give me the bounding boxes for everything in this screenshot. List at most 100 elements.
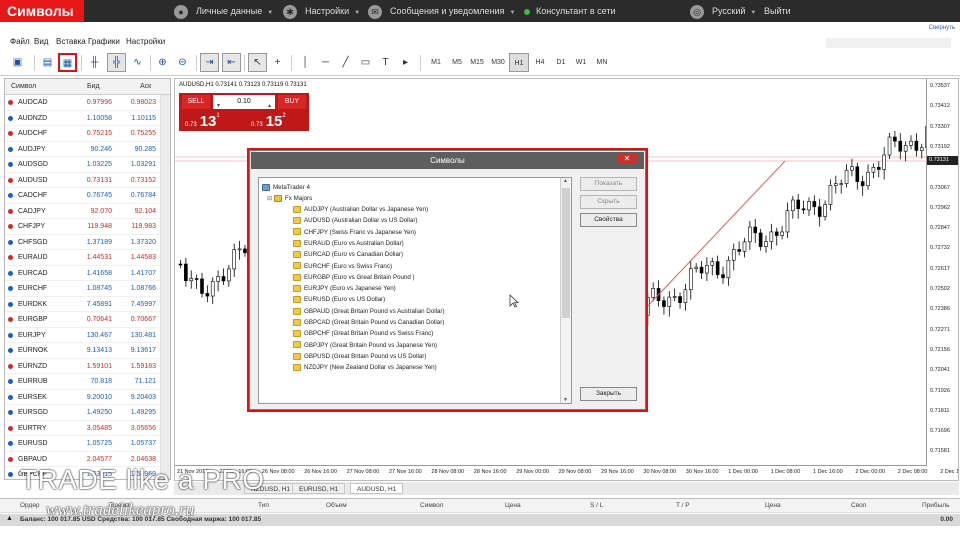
sell-button[interactable]: SELL [182, 95, 210, 109]
watch-row[interactable]: EURCHF 1.08745 1.08766 [5, 281, 170, 297]
timeframe-m1[interactable]: M1 [426, 53, 446, 72]
column-header-ask[interactable]: Аск [140, 83, 151, 90]
col-volume[interactable]: Объем [326, 502, 347, 509]
buy-button[interactable]: BUY [278, 95, 306, 109]
menu-file[interactable]: Файл [10, 37, 30, 46]
settings-menu[interactable]: ✱ Настройки ▼ [283, 0, 360, 22]
watch-row[interactable]: AUDSGD 1.03225 1.03291 [5, 157, 170, 173]
col-order[interactable]: Ордер [20, 502, 40, 509]
watch-row[interactable]: EURDKK 7.45891 7.45997 [5, 297, 170, 312]
symbol-tree-item[interactable]: GBPJPY (Great Britain Pound vs Japanese … [293, 341, 437, 351]
arrow-button[interactable]: ▸ [396, 53, 415, 72]
cursor-tool-button[interactable]: ↖ [248, 53, 267, 72]
col-price-current[interactable]: Цена [765, 502, 781, 509]
symbol-tree-item[interactable]: GBPAUD (Great Britain Pound vs Australia… [293, 307, 445, 317]
symbol-tree-item[interactable]: EURCHF (Euro vs Swiss Franc) [293, 262, 392, 272]
menu-insert[interactable]: Вставка [56, 37, 86, 46]
new-chart-button[interactable]: ▣ [8, 53, 27, 72]
chart-shift-button[interactable]: ⇤ [222, 53, 241, 72]
watch-row[interactable]: AUDUSD 0.73131 0.73152 [5, 173, 170, 188]
candlestick-chart-button[interactable]: ╬ [107, 53, 126, 72]
trendline-button[interactable]: ╱ [336, 53, 355, 72]
symbol-tree-item[interactable]: EURCAD (Euro vs Canadian Dollar) [293, 250, 403, 260]
watch-row[interactable]: EURRUB 70.818 71.121 [5, 374, 170, 390]
timeframe-w1[interactable]: W1 [571, 53, 591, 72]
buy-price[interactable]: 0.73 152 [251, 113, 286, 130]
auto-scroll-button[interactable]: ⇥ [200, 53, 219, 72]
col-type[interactable]: Тип [258, 502, 269, 509]
symbol-tree-item[interactable]: AUDJPY (Australian Dollar vs Japanese Ye… [293, 205, 428, 215]
timeframe-h1[interactable]: H1 [509, 53, 529, 72]
text-label-button[interactable]: ▭ [356, 53, 375, 72]
symbol-tree-item[interactable]: EURUSD (Euro vs US Dollar) [293, 295, 385, 305]
hide-button[interactable]: Скрыть [580, 195, 637, 209]
messages-menu[interactable]: ✉ Сообщения и уведомления ▼ [368, 0, 515, 22]
online-consultant[interactable]: Консультант в сети [524, 0, 616, 22]
symbol-tree-item[interactable]: EURGBP (Euro vs Great Britain Pound ) [293, 273, 415, 283]
open-profile-button[interactable]: ▤ [38, 53, 57, 72]
market-watch-scrollbar[interactable] [160, 95, 170, 479]
logout-link[interactable]: Выйти [764, 0, 791, 22]
column-header-bid[interactable]: Бид [87, 83, 100, 90]
column-header-symbol[interactable]: Символ [11, 83, 36, 90]
symbol-tree-item[interactable]: GBPCHF (Great Britain Pound vs Swiss Fra… [293, 329, 433, 339]
menu-view[interactable]: Вид [34, 37, 48, 46]
show-button[interactable]: Показать [580, 177, 637, 191]
line-chart-button[interactable]: ∿ [128, 53, 147, 72]
menu-settings[interactable]: Настройки [126, 37, 165, 46]
symbol-tree-item[interactable]: GBPUSD (Great Britain Pound vs US Dollar… [293, 352, 426, 362]
symbol-tree-item[interactable]: GBPCAD (Great Britain Pound vs Canadian … [293, 318, 444, 328]
timeframe-d1[interactable]: D1 [551, 53, 571, 72]
volume-decrease-icon[interactable]: ▼ [216, 99, 221, 113]
symbol-tree-item[interactable]: EURJPY (Euro vs Japanese Yen) [293, 284, 396, 294]
crosshair-tool-button[interactable]: + [268, 53, 287, 72]
zoom-in-button[interactable]: ⊕ [153, 53, 172, 72]
watch-row[interactable]: CHFSGD 1.37189 1.37320 [5, 235, 170, 250]
volume-field[interactable]: ▼ 0.10 ▲ [213, 95, 275, 109]
watch-row[interactable]: EURAUD 1.44531 1.44583 [5, 250, 170, 266]
personal-data-menu[interactable]: ● Личные данные ▼ [174, 0, 273, 22]
dialog-title-bar[interactable]: Символы [251, 152, 644, 169]
close-button[interactable]: Закрыть [580, 387, 637, 401]
timeframe-h4[interactable]: H4 [530, 53, 550, 72]
symbol-tree-item[interactable]: AUDUSD (Australian Dollar vs US Dollar) [293, 216, 417, 226]
tab-audusd[interactable]: AUDUSD, H1 [350, 483, 404, 494]
tab-eurusd[interactable]: EURUSD, H1 [292, 483, 346, 494]
timeframe-mn[interactable]: MN [592, 53, 612, 72]
watch-row[interactable]: AUDCHF 0.75215 0.75255 [5, 126, 170, 142]
text-button[interactable]: T [376, 53, 395, 72]
watch-row[interactable]: EURGBP 0.70641 0.70667 [5, 312, 170, 328]
col-price[interactable]: Цена [505, 502, 521, 509]
watch-row[interactable]: AUDCAD 0.97996 0.98023 [5, 95, 170, 111]
col-tp[interactable]: T / P [676, 502, 690, 509]
symbols-button[interactable]: ▦ [58, 53, 77, 72]
tree-root[interactable]: MetaTrader 4 [262, 183, 310, 193]
col-symbol[interactable]: Символ [420, 502, 443, 509]
symbol-tree-item[interactable]: NZDJPY (New Zealand Dollar vs Japanese Y… [293, 363, 437, 373]
watch-row[interactable]: AUDNZD 1.10058 1.10115 [5, 111, 170, 126]
watch-row[interactable]: CADJPY 92.070 92.104 [5, 204, 170, 219]
watch-row[interactable]: EURUSD 1.05725 1.05737 [5, 436, 170, 452]
scroll-down-icon[interactable]: ▼ [563, 397, 568, 403]
col-sl[interactable]: S / L [590, 502, 603, 509]
tree-scrollbar[interactable]: ▲ ▼ [560, 178, 571, 403]
symbol-tree-item[interactable]: CHFJPY (Swiss Franc vs Japanese Yen) [293, 228, 416, 238]
sell-price[interactable]: 0.73 131 [185, 113, 220, 130]
watch-row[interactable]: EURTRY 3.05485 3.05656 [5, 421, 170, 436]
horizontal-line-button[interactable]: ─ [316, 53, 335, 72]
watch-row[interactable]: CADCHF 0.76745 0.76784 [5, 188, 170, 204]
timeframe-m30[interactable]: M30 [488, 53, 508, 72]
menu-charts[interactable]: Графики [88, 37, 120, 46]
watch-row[interactable]: CHFJPY 119.948 119.983 [5, 219, 170, 235]
symbol-tree-item[interactable]: EURAUD (Euro vs Australian Dollar) [293, 239, 404, 249]
timeframe-m15[interactable]: M15 [467, 53, 487, 72]
zoom-out-button[interactable]: ⊖ [173, 53, 192, 72]
watch-row[interactable]: EURNZD 1.59101 1.59183 [5, 359, 170, 374]
col-swap[interactable]: Своп [851, 502, 866, 509]
watch-row[interactable]: EURNOK 9.13413 9.13617 [5, 343, 170, 359]
col-profit[interactable]: Прибыль [922, 502, 950, 509]
watch-row[interactable]: AUDJPY 90.246 90.285 [5, 142, 170, 157]
properties-button[interactable]: Свойства [580, 213, 637, 227]
volume-increase-icon[interactable]: ▲ [267, 99, 272, 113]
watch-row[interactable]: EURSEK 9.20010 9.20403 [5, 390, 170, 405]
